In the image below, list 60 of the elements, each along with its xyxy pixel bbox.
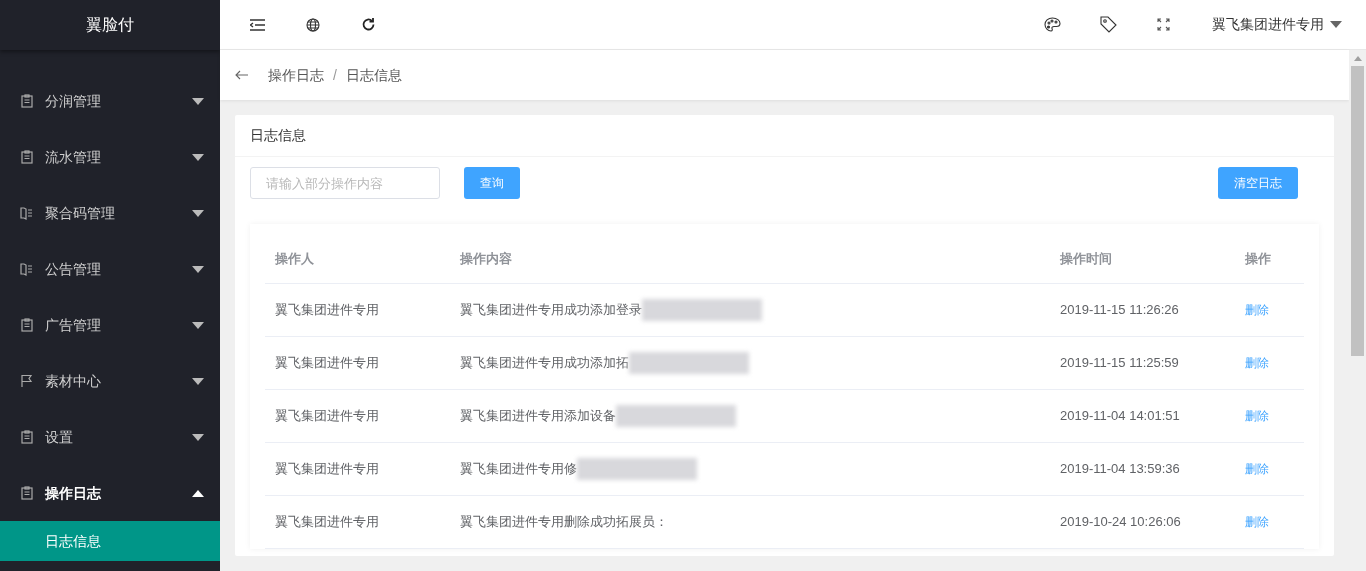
caret-icon bbox=[192, 433, 204, 441]
clipboard-icon bbox=[20, 318, 34, 332]
caret-icon bbox=[192, 153, 204, 161]
caret-icon bbox=[192, 265, 204, 273]
fullscreen-icon[interactable] bbox=[1157, 18, 1170, 31]
breadcrumb-separator: / bbox=[333, 65, 337, 85]
sidebar-menu-item[interactable]: 公告管理 bbox=[0, 241, 220, 297]
caret-icon bbox=[192, 321, 204, 329]
table-cell-text: 翼飞集团进件专用 bbox=[274, 460, 380, 479]
breadcrumb-link[interactable]: 操作日志 bbox=[268, 64, 324, 86]
sidebar-menu-item[interactable]: 聚合码管理 bbox=[0, 185, 220, 241]
table-cell-text: 2019-11-04 14:01:51 bbox=[1059, 407, 1181, 426]
sidebar-menu-item[interactable]: 分润管理 bbox=[0, 73, 220, 129]
user-menu[interactable]: 翼飞集团进件专用 bbox=[1212, 14, 1342, 35]
search-field[interactable]: 请输入部分操作内容 bbox=[250, 167, 440, 199]
caret-icon bbox=[192, 377, 204, 385]
globe-icon[interactable] bbox=[306, 17, 320, 32]
refresh-icon[interactable] bbox=[361, 17, 376, 32]
back-arrow-icon[interactable] bbox=[235, 70, 248, 80]
table-cell-text: 2019-11-04 13:59:36 bbox=[1059, 460, 1181, 479]
clipboard-icon bbox=[20, 486, 34, 500]
caret-icon bbox=[192, 489, 204, 497]
table-cell-text: 翼飞集团进件专用 bbox=[274, 354, 380, 373]
sidebar-menu-item[interactable]: 操作日志 bbox=[0, 465, 220, 521]
book-icon bbox=[20, 262, 34, 276]
menu-icon[interactable] bbox=[250, 18, 265, 31]
table-cell-text: 翼飞集团进件专用 bbox=[274, 301, 380, 320]
sidebar-menu-item[interactable]: 设置 bbox=[0, 409, 220, 465]
scrollbar-thumb[interactable] bbox=[1351, 66, 1364, 356]
table-cell-text: 翼飞集团进件专用成功添加登录 bbox=[460, 301, 642, 320]
table-cell-text: 2019-11-15 11:25:59 bbox=[1059, 354, 1180, 373]
caret-icon bbox=[192, 97, 204, 105]
clipboard-icon bbox=[20, 430, 34, 444]
sidebar-menu-item[interactable]: 流水管理 bbox=[0, 129, 220, 185]
sidebar-submenu-item[interactable]: 日志信息 bbox=[0, 521, 220, 561]
card-title: 日志信息 bbox=[235, 115, 1334, 157]
column-header: 操作人 bbox=[274, 249, 315, 268]
caret-icon bbox=[1330, 21, 1342, 28]
table-cell-text: 2019-11-15 11:26:26 bbox=[1059, 301, 1180, 320]
table-cell-text: 翼飞集团进件专用修 bbox=[460, 460, 577, 479]
palette-icon[interactable] bbox=[1044, 17, 1061, 32]
table-cell-text: 翼飞集团进件专用 bbox=[274, 513, 380, 532]
sidebar-menu-item[interactable]: 广告管理 bbox=[0, 297, 220, 353]
breadcrumb-link[interactable]: 日志信息 bbox=[345, 64, 402, 86]
app-logo: 翼脸付 bbox=[0, 0, 220, 50]
book-icon bbox=[20, 206, 34, 220]
table-cell-text: 翼飞集团进件专用添加设备 bbox=[460, 407, 616, 426]
table-cell-text: 翼飞集团进件专用删除成功拓展员： bbox=[460, 513, 668, 532]
table-cell-text: 翼飞集团进件专用 bbox=[274, 407, 380, 426]
clipboard-icon bbox=[20, 150, 34, 164]
caret-icon bbox=[192, 209, 204, 217]
clipboard-icon bbox=[20, 94, 34, 108]
sidebar-menu-item[interactable]: 素材中心 bbox=[0, 353, 220, 409]
column-header: 操作时间 bbox=[1059, 249, 1113, 268]
flag-icon bbox=[20, 374, 34, 388]
table-cell-text: 2019-10-24 10:26:06 bbox=[1059, 513, 1182, 532]
column-header: 操作 bbox=[1244, 249, 1272, 268]
column-header: 操作内容 bbox=[459, 249, 513, 268]
tag-icon[interactable] bbox=[1100, 16, 1117, 33]
table-cell-text: 翼飞集团进件专用成功添加拓 bbox=[460, 354, 629, 373]
